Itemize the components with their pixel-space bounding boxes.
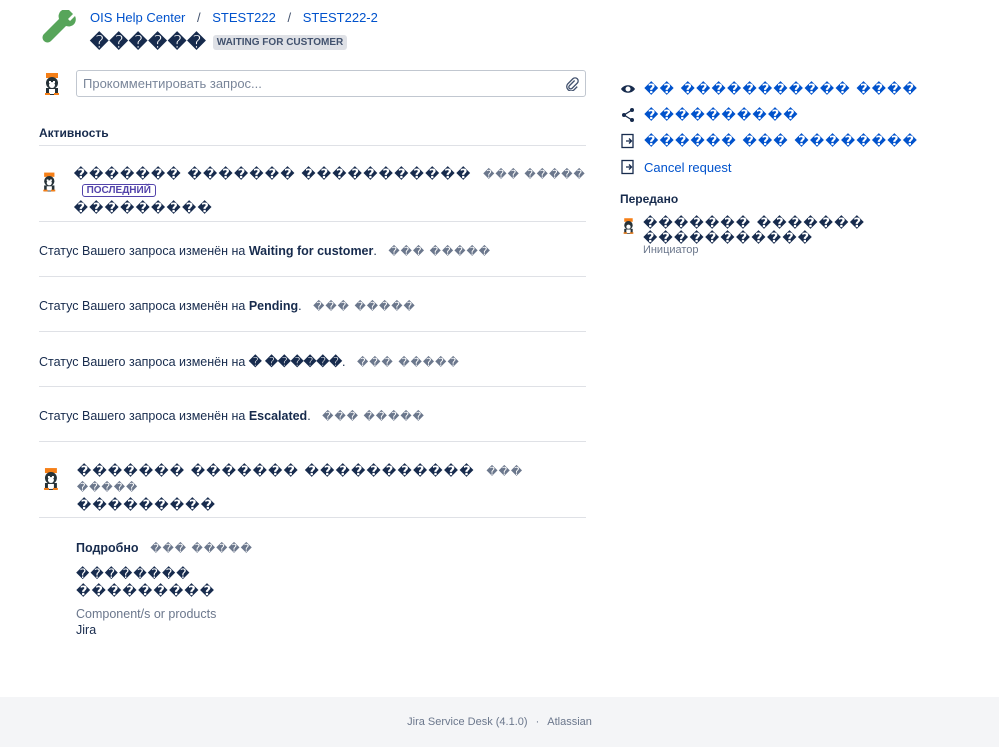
shared-participant: ������� ������� ����������� Инициатор (620, 216, 980, 256)
divider (39, 331, 586, 332)
details-field-label: �������� (76, 567, 191, 582)
status-change-prefix: Статус Вашего запроса изменён на (39, 355, 249, 369)
share-action[interactable]: ���������� (620, 102, 980, 128)
details-time: ��� ����� (150, 542, 253, 555)
request-details: Подробно ��� ����� �������� ��������� Co… (76, 540, 253, 637)
status-change-prefix: Статус Вашего запроса изменён на (39, 244, 249, 258)
shared-with-heading: Передано (620, 192, 679, 206)
status-change-event: Статус Вашего запроса изменён на � �����… (39, 354, 586, 369)
comment-text: ��������� (73, 201, 213, 217)
breadcrumb-separator: / (197, 10, 201, 25)
resolve-link[interactable]: ������ ��� �������� (644, 134, 918, 149)
status-change-event: Статус Вашего запроса изменён на Escalat… (39, 409, 586, 423)
status-badge: WAITING FOR CUSTOMER (212, 35, 348, 50)
divider (39, 441, 586, 442)
page-title: ������ (90, 32, 207, 52)
cancel-request-link[interactable]: Cancel request (644, 160, 731, 175)
breadcrumb: OIS Help Center / STEST222 / STEST222-2 (90, 10, 378, 25)
details-heading: Подробно (76, 541, 139, 555)
exit-icon (621, 159, 634, 175)
request-sidebar: �� ����������� ���� ���������� ������ ��… (620, 76, 980, 257)
breadcrumb-help-center[interactable]: OIS Help Center (90, 10, 185, 25)
footer-vendor-link[interactable]: Atlassian (547, 716, 592, 728)
breadcrumb-separator: / (287, 10, 292, 25)
notifications-action[interactable]: �� ����������� ���� (620, 76, 980, 102)
comment-author: ������� ������� ����������� (73, 167, 472, 182)
cancel-request-action[interactable]: Cancel request (620, 154, 980, 180)
status-change-suffix: . (373, 244, 377, 258)
status-change-prefix: Статус Вашего запроса изменён на (39, 299, 249, 313)
exit-icon (621, 133, 634, 149)
status-change-value: Escalated (248, 409, 308, 423)
footer-product-link[interactable]: Jira Service Desk (4.1.0) (407, 716, 527, 728)
breadcrumb-project[interactable]: STEST222 (212, 10, 276, 25)
status-change-time: ��� ����� (388, 245, 492, 258)
avatar (45, 72, 59, 95)
details-field-value: Jira (76, 623, 97, 637)
avatar (623, 218, 634, 234)
share-link[interactable]: ���������� (644, 108, 799, 123)
breadcrumb-issue[interactable]: STEST222-2 (303, 10, 378, 25)
status-change-value: Pending (248, 299, 299, 313)
details-field-value: ��������� (76, 584, 216, 599)
share-icon (622, 108, 634, 122)
footer-separator: · (535, 716, 540, 728)
activity-comment: ������� ������� ����������� ��� ����� ��… (39, 463, 586, 513)
status-change-event: Статус Вашего запроса изменён на Pending… (39, 299, 586, 313)
activity-heading: Активность (39, 126, 109, 140)
request-title-row: ������ WAITING FOR CUSTOMER (90, 32, 348, 53)
avatar (43, 172, 56, 192)
participant-name: ������� ������� ����������� (642, 216, 866, 246)
divider (39, 386, 586, 387)
status-change-prefix: Статус Вашего запроса изменён на (39, 409, 249, 423)
eye-icon (621, 85, 635, 93)
status-change-time: ��� ����� (322, 410, 425, 423)
status-change-suffix: . (298, 299, 302, 313)
divider (39, 145, 586, 146)
status-change-time: ��� ����� (357, 356, 460, 369)
avatar (43, 468, 58, 490)
status-change-value: Waiting for customer (248, 244, 374, 258)
status-change-suffix: . (342, 355, 346, 369)
comment-input[interactable]: Прокомментировать запрос... (76, 70, 586, 97)
divider (39, 517, 586, 518)
status-change-suffix: . (307, 409, 311, 423)
notifications-link[interactable]: �� ����������� ���� (644, 82, 918, 97)
comment-placeholder: Прокомментировать запрос... (83, 76, 262, 91)
comment-row: Прокомментировать запрос... (40, 70, 586, 97)
activity-comment: ������� ������� ����������� ��� ����� ПО… (39, 166, 586, 216)
status-change-value: � ������ (248, 355, 343, 369)
details-field-label: Component/s or products (76, 607, 217, 621)
divider (39, 221, 586, 222)
status-change-event: Статус Вашего запроса изменён на Waiting… (39, 244, 586, 258)
latest-badge: ПОСЛЕДНИЙ (81, 184, 156, 198)
footer: Jira Service Desk (4.1.0) · Atlassian (0, 697, 999, 747)
wrench-logo-icon (42, 10, 76, 43)
resolve-action[interactable]: ������ ��� �������� (620, 128, 980, 154)
paperclip-icon[interactable] (565, 76, 579, 91)
divider (39, 276, 586, 277)
comment-author: ������� ������� ����������� (76, 464, 475, 479)
comment-time: ��� ����� (483, 168, 586, 181)
status-change-time: ��� ����� (313, 300, 416, 313)
comment-text: ��������� (76, 498, 217, 513)
